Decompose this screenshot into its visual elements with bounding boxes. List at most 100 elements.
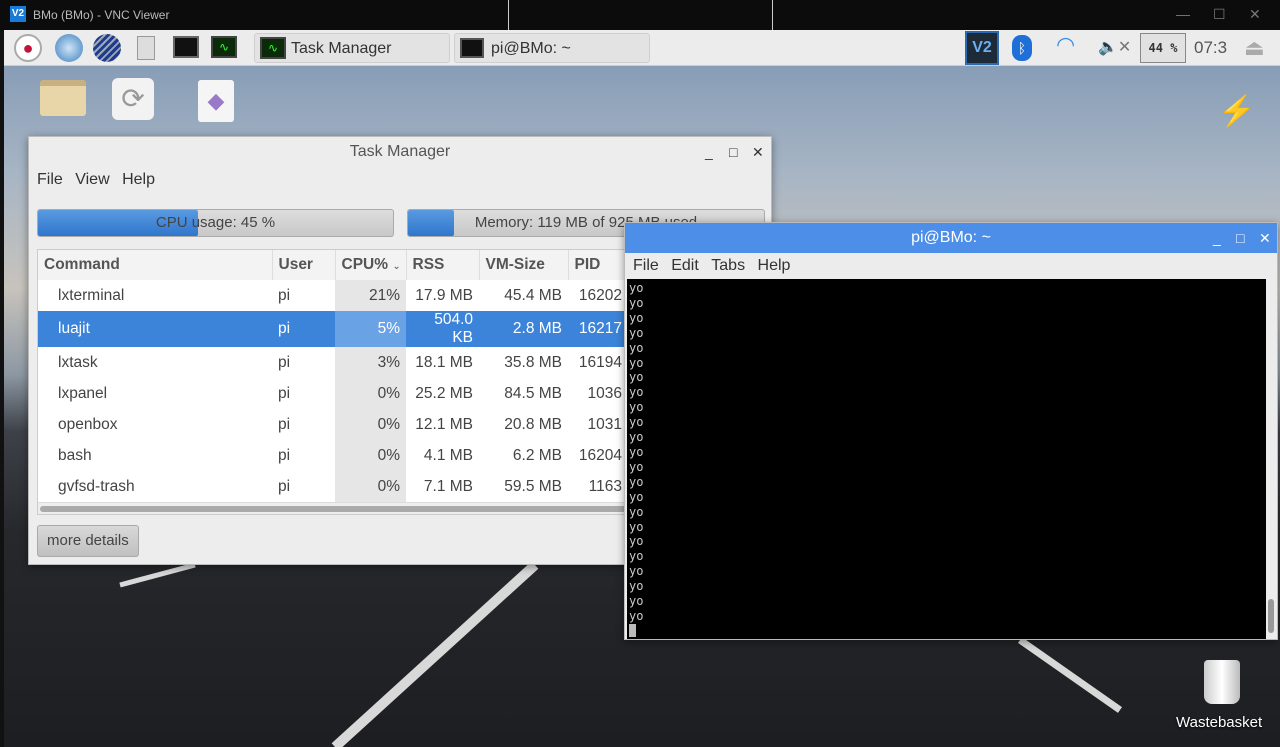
clock[interactable]: 07:3 xyxy=(1194,38,1227,58)
more-details-button[interactable]: more details xyxy=(37,525,139,557)
menu-help[interactable]: Help xyxy=(114,167,155,189)
vnc-close-button[interactable]: ✕ xyxy=(1249,6,1261,23)
table-row[interactable]: openbox pi 0% 12.1 MB 20.8 MB 1031 xyxy=(38,409,640,440)
cell-rss: 504.0 KB xyxy=(406,311,479,347)
terminal-line: yo xyxy=(629,385,644,400)
column-rss[interactable]: RSS xyxy=(406,250,480,280)
cell-cpu: 0% xyxy=(335,471,406,502)
table-row[interactable]: bash pi 0% 4.1 MB 6.2 MB 16204 xyxy=(38,440,640,471)
terminal-line: yo xyxy=(629,489,644,504)
cell-cpu: 0% xyxy=(335,440,406,471)
cpu-usage-bar: CPU usage: 45 % xyxy=(37,209,394,237)
wolfram-icon[interactable] xyxy=(93,34,121,62)
taskbar-item-task-manager[interactable]: ∿ Task Manager xyxy=(254,33,450,63)
cell-rss: 17.9 MB xyxy=(415,286,473,304)
vnc-maximize-button[interactable]: ☐ xyxy=(1213,6,1226,23)
bluetooth-icon[interactable]: ᛒ xyxy=(1012,35,1032,61)
menu-view[interactable]: View xyxy=(67,167,109,189)
terminal-line: yo xyxy=(629,579,644,594)
minimize-button[interactable]: _ xyxy=(705,137,713,167)
cpu-monitor[interactable]: 44 % xyxy=(1140,33,1186,63)
terminal-line: yo xyxy=(629,310,644,325)
task-manager-title-bar[interactable]: Task Manager _ □ ✕ xyxy=(29,137,771,167)
cpu-usage-label: CPU usage: 45 % xyxy=(155,214,276,231)
raspberry-menu-icon[interactable]: ● xyxy=(14,34,42,62)
taskbar-panel: ● ∿ ∿ Task Manager pi@BMo: ~ V2 ᛒ ◠ 🔈✕ 4… xyxy=(4,30,1280,66)
minimize-button[interactable]: _ xyxy=(1213,223,1221,253)
terminal-line: yo xyxy=(629,325,644,340)
terminal-line: yo xyxy=(629,519,644,534)
eject-icon[interactable]: ⏏ xyxy=(1244,35,1265,61)
taskbar-item-terminal[interactable]: pi@BMo: ~ xyxy=(454,33,650,63)
menu-file[interactable]: File xyxy=(625,253,659,275)
table-row[interactable]: lxpanel pi 0% 25.2 MB 84.5 MB 1036 xyxy=(38,378,640,409)
memory-usage-fill xyxy=(408,210,455,236)
terminal-scrollbar[interactable] xyxy=(1268,599,1274,633)
column-cpu[interactable]: CPU% ⌄ xyxy=(335,250,407,280)
cell-cpu: 21% xyxy=(335,280,406,311)
cell-pid: 16194 xyxy=(578,353,622,371)
task-manager-icon[interactable]: ∿ xyxy=(211,36,237,58)
taskbar-item-label: Task Manager xyxy=(291,40,392,57)
cell-rss: 25.2 MB xyxy=(415,384,473,402)
road-marking xyxy=(331,561,539,747)
file-manager-icon[interactable] xyxy=(137,36,155,60)
folder-icon[interactable] xyxy=(40,80,86,116)
terminal-line: yo xyxy=(629,608,644,623)
terminal-line: yo xyxy=(629,444,644,459)
cell-rss: 12.1 MB xyxy=(415,415,473,433)
cell-pid: 16217 xyxy=(568,311,628,347)
column-vmsize[interactable]: VM-Size xyxy=(479,250,569,280)
close-button[interactable]: ✕ xyxy=(1259,223,1271,253)
cell-user: pi xyxy=(278,477,291,495)
terminal-line: yo xyxy=(629,474,644,489)
terminal-line: yo xyxy=(629,400,644,415)
web-browser-icon[interactable] xyxy=(55,34,83,62)
vnc-toolbar-handle[interactable] xyxy=(508,0,773,33)
cell-user: pi xyxy=(278,415,291,433)
column-command[interactable]: Command xyxy=(38,250,273,280)
sync-icon[interactable]: ⟳ xyxy=(112,78,154,120)
terminal-icon[interactable] xyxy=(173,36,199,58)
cell-cpu: 3% xyxy=(335,347,406,378)
table-row[interactable]: gvfsd-trash pi 0% 7.1 MB 59.5 MB 1163 xyxy=(38,471,640,502)
wastebasket-icon[interactable] xyxy=(1204,660,1240,704)
maximize-button[interactable]: □ xyxy=(1236,223,1244,253)
table-header: Command User CPU% ⌄ RSS VM-Size PID xyxy=(38,250,641,280)
cell-user: pi xyxy=(272,311,335,347)
sort-chevron-icon: ⌄ xyxy=(392,261,401,272)
terminal-title-bar[interactable]: pi@BMo: ~ _ □ ✕ xyxy=(625,223,1277,253)
table-row[interactable]: luajit pi 5% 504.0 KB 2.8 MB 16217 xyxy=(38,311,640,347)
table-row[interactable]: lxtask pi 3% 18.1 MB 35.8 MB 16194 xyxy=(38,347,640,378)
cell-pid: 16204 xyxy=(578,446,622,464)
column-user[interactable]: User xyxy=(272,250,336,280)
cell-rss: 18.1 MB xyxy=(415,353,473,371)
cell-command: lxpanel xyxy=(58,384,108,402)
cell-command: lxterminal xyxy=(58,286,125,304)
cell-user: pi xyxy=(278,384,291,402)
menu-help[interactable]: Help xyxy=(750,253,791,275)
close-button[interactable]: ✕ xyxy=(752,137,764,167)
menu-tabs[interactable]: Tabs xyxy=(703,253,745,275)
terminal-line: yo xyxy=(629,281,644,295)
table-row[interactable]: lxterminal pi 21% 17.9 MB 45.4 MB 16202 xyxy=(38,280,640,311)
maximize-button[interactable]: □ xyxy=(729,137,737,167)
wifi-icon[interactable]: ◠ xyxy=(1056,32,1075,58)
menu-edit[interactable]: Edit xyxy=(663,253,699,275)
cell-vmsize: 59.5 MB xyxy=(504,477,562,495)
terminal-line: yo xyxy=(629,564,644,579)
menu-file[interactable]: File xyxy=(29,167,63,189)
cell-vmsize: 6.2 MB xyxy=(512,446,562,464)
column-pid[interactable]: PID xyxy=(568,250,629,280)
vnc-minimize-button[interactable]: — xyxy=(1176,6,1190,22)
document-icon[interactable]: ◆ xyxy=(198,80,234,122)
vnc-tray-icon[interactable]: V2 xyxy=(965,31,999,65)
vnc-title-bar: V2 BMo (BMo) - VNC Viewer — ☐ ✕ xyxy=(0,0,1280,33)
terminal-line: yo xyxy=(629,415,644,430)
volume-muted-icon[interactable]: 🔈✕ xyxy=(1098,37,1131,57)
wastebasket-label[interactable]: Wastebasket xyxy=(1176,714,1262,731)
cell-command: bash xyxy=(58,446,92,464)
terminal-output[interactable]: yo yo yo yo yo yo yo yo yo yo yo yo yo yo yo yo yo yo yo yo… xyxy=(627,279,1266,639)
cell-user: pi xyxy=(278,286,291,304)
terminal-line: yo xyxy=(629,549,644,564)
